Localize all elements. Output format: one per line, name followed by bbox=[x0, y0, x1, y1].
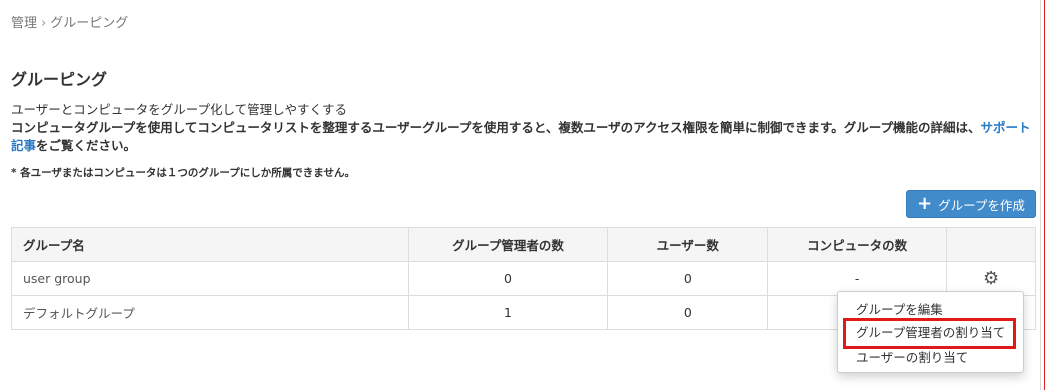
description-body: コンピュータグループを使用してコンピュータリストを整理するユーザーグループを使用… bbox=[11, 120, 981, 135]
membership-note: * 各ユーザまたはコンピュータは１つのグループにしか所属できません。 bbox=[11, 167, 355, 179]
page: 管理 › グルーピング グルーピング ユーザーとコンピュータをグループ化して管理しや… bbox=[0, 0, 1040, 390]
column-header-computer-count: コンピュータの数 bbox=[767, 227, 948, 262]
admin-count-cell: 0 bbox=[407, 261, 609, 296]
group-name-cell: デフォルトグループ bbox=[11, 295, 409, 330]
column-header-user-count: ユーザー数 bbox=[607, 227, 769, 262]
menu-item-edit-group[interactable]: グループを編集 bbox=[838, 299, 1023, 318]
page-subtitle: ユーザーとコンピュータをグループ化して管理しやすくする bbox=[11, 102, 348, 117]
breadcrumb-separator: › bbox=[41, 16, 47, 31]
breadcrumb: 管理 › グルーピング bbox=[11, 12, 128, 31]
breadcrumb-item-grouping: グルーピング bbox=[50, 16, 129, 31]
gear-icon[interactable]: ⚙ bbox=[983, 268, 999, 289]
group-actions-menu: グループを編集 グループ管理者の割り当て ユーザーの割り当て bbox=[837, 291, 1024, 373]
column-header-actions bbox=[946, 227, 1036, 262]
group-name-cell: user group bbox=[11, 261, 409, 296]
column-header-admin-count: グループ管理者の数 bbox=[407, 227, 609, 262]
description-text: コンピュータグループを使用してコンピュータリストを整理するユーザーグループを使用… bbox=[11, 119, 1036, 155]
create-group-label: グループを作成 bbox=[938, 197, 1025, 213]
create-group-button[interactable]: + グループを作成 bbox=[906, 190, 1036, 218]
user-count-cell: 0 bbox=[607, 261, 769, 296]
description-end: をご覧ください。 bbox=[36, 138, 137, 153]
page-title: グルーピング bbox=[11, 70, 108, 89]
admin-count-cell: 1 bbox=[407, 295, 609, 330]
plus-icon: + bbox=[917, 193, 933, 214]
column-header-group-name: グループ名 bbox=[11, 227, 409, 262]
menu-item-assign-users[interactable]: ユーザーの割り当て bbox=[838, 347, 1023, 366]
edge-marker bbox=[1044, 0, 1045, 390]
table-header-row: グループ名 グループ管理者の数 ユーザー数 コンピュータの数 bbox=[11, 227, 1036, 262]
window-edge bbox=[1040, 0, 1047, 390]
user-count-cell: 0 bbox=[607, 295, 769, 330]
description: ユーザーとコンピュータをグループ化して管理しやすくする コンピュータグループを使… bbox=[11, 101, 1036, 155]
breadcrumb-item-admin[interactable]: 管理 bbox=[11, 16, 37, 31]
menu-item-assign-group-admins[interactable]: グループ管理者の割り当て bbox=[838, 322, 1023, 341]
